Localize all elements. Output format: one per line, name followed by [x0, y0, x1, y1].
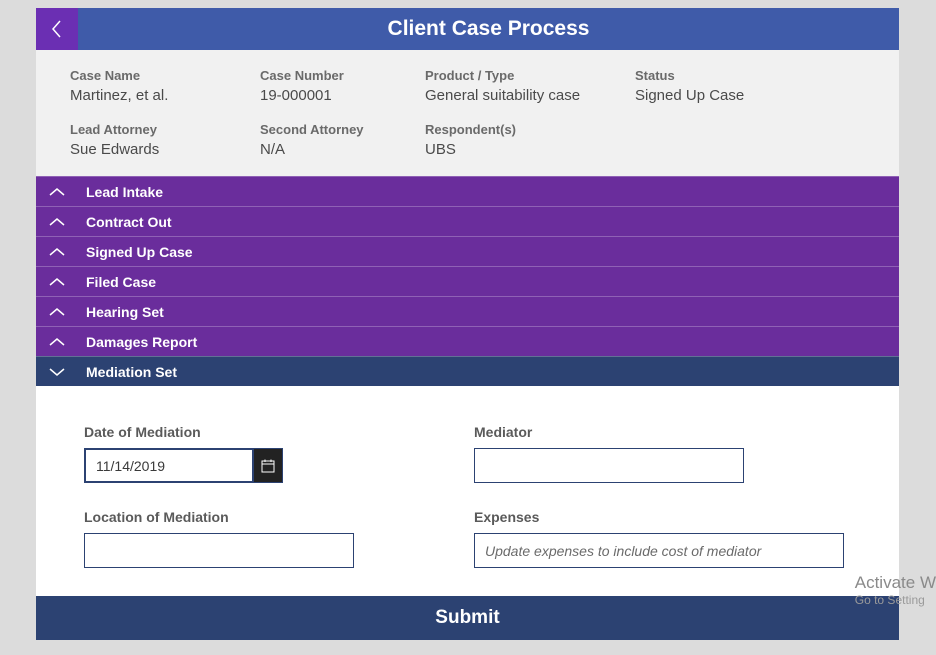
- back-button[interactable]: [36, 8, 78, 50]
- accordion-label: Signed Up Case: [86, 244, 899, 260]
- lead-attorney-label: Lead Attorney: [70, 122, 260, 137]
- process-accordion: Lead Intake Contract Out Signed Up Case …: [36, 176, 899, 386]
- case-name-value: Martinez, et al.: [70, 87, 260, 104]
- case-summary-panel: Case Name Martinez, et al. Case Number 1…: [36, 50, 899, 176]
- accordion-item-hearing-set[interactable]: Hearing Set: [36, 296, 899, 326]
- expenses-label: Expenses: [474, 509, 851, 525]
- accordion-label: Lead Intake: [86, 184, 899, 200]
- accordion-item-lead-intake[interactable]: Lead Intake: [36, 176, 899, 206]
- header-bar: Client Case Process: [36, 8, 899, 50]
- accordion-label: Mediation Set: [86, 364, 899, 380]
- status-value: Signed Up Case: [635, 87, 865, 104]
- location-of-mediation-input[interactable]: [84, 533, 354, 568]
- chevron-up-icon: [48, 336, 86, 348]
- accordion-label: Hearing Set: [86, 304, 899, 320]
- watermark-line1: Activate W: [855, 573, 936, 593]
- accordion-item-signed-up-case[interactable]: Signed Up Case: [36, 236, 899, 266]
- chevron-up-icon: [48, 216, 86, 228]
- date-of-mediation-label: Date of Mediation: [84, 424, 384, 440]
- second-attorney-label: Second Attorney: [260, 122, 425, 137]
- chevron-up-icon: [48, 306, 86, 318]
- calendar-button[interactable]: [253, 448, 283, 483]
- chevron-up-icon: [48, 246, 86, 258]
- accordion-item-mediation-set[interactable]: Mediation Set: [36, 356, 899, 386]
- expenses-input[interactable]: [474, 533, 844, 568]
- accordion-item-filed-case[interactable]: Filed Case: [36, 266, 899, 296]
- chevron-up-icon: [48, 186, 86, 198]
- watermark-line2: Go to Setting: [855, 593, 936, 607]
- respondents-label: Respondent(s): [425, 122, 635, 137]
- second-attorney-value: N/A: [260, 141, 425, 158]
- case-name-label: Case Name: [70, 68, 260, 83]
- app-window: Client Case Process Case Name Martinez, …: [36, 8, 899, 640]
- calendar-icon: [260, 458, 276, 474]
- case-number-label: Case Number: [260, 68, 425, 83]
- location-of-mediation-label: Location of Mediation: [84, 509, 384, 525]
- accordion-label: Filed Case: [86, 274, 899, 290]
- accordion-item-contract-out[interactable]: Contract Out: [36, 206, 899, 236]
- status-label: Status: [635, 68, 865, 83]
- case-number-value: 19-000001: [260, 87, 425, 104]
- chevron-down-icon: [48, 366, 86, 378]
- product-type-value: General suitability case: [425, 87, 635, 104]
- accordion-item-damages-report[interactable]: Damages Report: [36, 326, 899, 356]
- chevron-left-icon: [49, 19, 65, 39]
- mediation-form-panel: Date of Mediation Mediator: [36, 386, 899, 596]
- mediator-label: Mediator: [474, 424, 851, 440]
- submit-button[interactable]: Submit: [36, 596, 899, 640]
- page-title: Client Case Process: [78, 8, 899, 50]
- os-watermark: Activate W Go to Setting: [855, 573, 936, 607]
- chevron-up-icon: [48, 276, 86, 288]
- date-of-mediation-input[interactable]: [84, 448, 254, 483]
- accordion-label: Contract Out: [86, 214, 899, 230]
- lead-attorney-value: Sue Edwards: [70, 141, 260, 158]
- mediator-input[interactable]: [474, 448, 744, 483]
- accordion-label: Damages Report: [86, 334, 899, 350]
- product-type-label: Product / Type: [425, 68, 635, 83]
- respondents-value: UBS: [425, 141, 635, 158]
